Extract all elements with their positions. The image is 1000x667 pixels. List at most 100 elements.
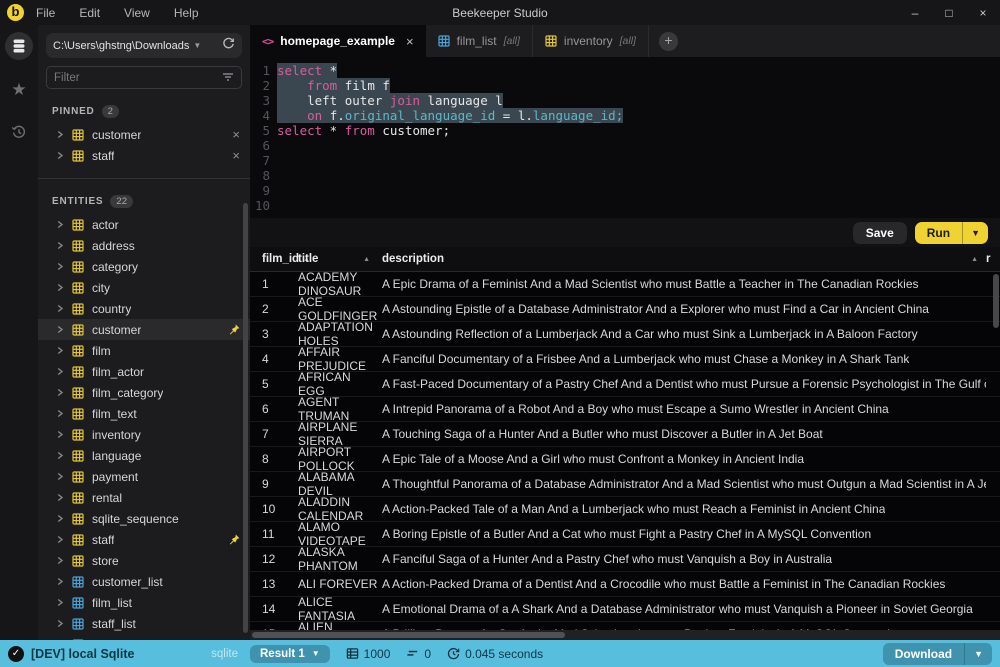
expand-chevron[interactable] — [56, 262, 64, 271]
entity-item-actor[interactable]: actor — [38, 214, 250, 235]
expand-chevron[interactable] — [56, 151, 64, 160]
unpin-close-icon[interactable]: × — [232, 148, 240, 163]
table-row[interactable]: 7AIRPLANE SIERRAA Touching Saga of a Hun… — [250, 422, 1000, 447]
run-options-button[interactable]: ▼ — [962, 222, 988, 244]
cell-description[interactable]: A Action-Packed Tale of a Man And a Lumb… — [378, 502, 986, 516]
cell-description[interactable]: A Action-Packed Drama of a Dentist And a… — [378, 577, 986, 591]
expand-chevron[interactable] — [56, 472, 64, 481]
expand-chevron[interactable] — [56, 451, 64, 460]
cell-film-id[interactable]: 13 — [250, 577, 294, 591]
table-row[interactable]: 1ACADEMY DINOSAURA Epic Drama of a Femin… — [250, 272, 1000, 297]
table-row[interactable]: 10ALADDIN CALENDARA Action-Packed Tale o… — [250, 497, 1000, 522]
entity-item-inventory[interactable]: inventory — [38, 424, 250, 445]
expand-chevron[interactable] — [56, 325, 64, 334]
expand-chevron[interactable] — [56, 388, 64, 397]
cell-description[interactable]: A Fanciful Saga of a Hunter And a Pastry… — [378, 552, 986, 566]
download-options-button[interactable]: ▼ — [964, 643, 992, 665]
cell-film-id[interactable]: 11 — [250, 527, 294, 541]
entity-item-sqlite_sequence[interactable]: sqlite_sequence — [38, 508, 250, 529]
sidebar-scrollbar[interactable] — [243, 203, 248, 633]
cell-film-id[interactable]: 14 — [250, 602, 294, 616]
entity-item-payment[interactable]: payment — [38, 466, 250, 487]
cell-description[interactable]: A Astounding Epistle of a Database Admin… — [378, 302, 986, 316]
column-header-film-id[interactable]: film_id ▲ — [250, 253, 294, 265]
entity-item-rental[interactable]: rental — [38, 487, 250, 508]
result-selector[interactable]: Result 1 ▼ — [250, 645, 330, 663]
table-row[interactable]: 2ACE GOLDFINGERA Astounding Epistle of a… — [250, 297, 1000, 322]
cell-title[interactable]: ALASKA PHANTOM — [294, 545, 378, 573]
table-row[interactable]: 12ALASKA PHANTOMA Fanciful Saga of a Hun… — [250, 547, 1000, 572]
cell-description[interactable]: A Intrepid Panorama of a Robot And a Boy… — [378, 402, 986, 416]
expand-chevron[interactable] — [56, 409, 64, 418]
cell-title[interactable]: AFFAIR PREJUDICE — [294, 345, 378, 373]
new-tab-button[interactable]: + — [659, 32, 678, 51]
entity-item-film_list[interactable]: film_list — [38, 592, 250, 613]
entity-item-film_category[interactable]: film_category — [38, 382, 250, 403]
table-row[interactable]: 4AFFAIR PREJUDICEA Fanciful Documentary … — [250, 347, 1000, 372]
cell-description[interactable]: A Astounding Reflection of a Lumberjack … — [378, 327, 986, 341]
cell-title[interactable]: ALADDIN CALENDAR — [294, 495, 378, 523]
grid-vertical-scrollbar[interactable] — [993, 274, 999, 328]
menu-view[interactable]: View — [124, 6, 150, 20]
table-row[interactable]: 14ALICE FANTASIAA Emotional Drama of a A… — [250, 597, 1000, 622]
tab-film_list[interactable]: film_list[all] — [426, 25, 533, 57]
expand-chevron[interactable] — [56, 367, 64, 376]
expand-chevron[interactable] — [56, 514, 64, 523]
expand-chevron[interactable] — [56, 283, 64, 292]
entity-item-language[interactable]: language — [38, 445, 250, 466]
tab-close-icon[interactable]: × — [406, 34, 414, 49]
menu-edit[interactable]: Edit — [79, 6, 100, 20]
table-row[interactable]: 8AIRPORT POLLOCKA Epic Tale of a Moose A… — [250, 447, 1000, 472]
table-row[interactable]: 9ALABAMA DEVILA Thoughtful Panorama of a… — [250, 472, 1000, 497]
cell-description[interactable]: A Fast-Paced Documentary of a Pastry Che… — [378, 377, 986, 391]
entity-item-city[interactable]: city — [38, 277, 250, 298]
entity-item-staff_list[interactable]: staff_list — [38, 613, 250, 634]
pinned-indicator[interactable] — [229, 324, 240, 335]
entity-item-film[interactable]: film — [38, 340, 250, 361]
grid-horizontal-scrollbar[interactable] — [250, 630, 1000, 640]
filter-icon[interactable] — [222, 69, 234, 87]
tab-homepage_example[interactable]: <>homepage_example× — [250, 25, 426, 57]
expand-chevron[interactable] — [56, 619, 64, 628]
filter-input[interactable] — [54, 72, 214, 84]
column-header-title[interactable]: title ▲ — [294, 253, 378, 265]
maximize-button[interactable]: □ — [932, 6, 966, 20]
tables-panel-button[interactable] — [5, 32, 33, 60]
expand-chevron[interactable] — [56, 493, 64, 502]
expand-chevron[interactable] — [56, 130, 64, 139]
table-row[interactable]: 6AGENT TRUMANA Intrepid Panorama of a Ro… — [250, 397, 1000, 422]
cell-description[interactable]: A Fanciful Documentary of a Frisbee And … — [378, 352, 986, 366]
connection-selector[interactable]: C:\Users\ghstng\Downloads ▼ — [46, 33, 242, 58]
cell-description[interactable]: A Boring Epistle of a Butler And a Cat w… — [378, 527, 986, 541]
entity-item-store[interactable]: store — [38, 550, 250, 571]
cell-film-id[interactable]: 6 — [250, 402, 294, 416]
entity-item-sales_by_store[interactable]: sales_by_store — [38, 634, 250, 640]
expand-chevron[interactable] — [56, 220, 64, 229]
entity-item-customer[interactable]: customer — [38, 319, 250, 340]
cell-film-id[interactable]: 10 — [250, 502, 294, 516]
scrollbar-thumb[interactable] — [252, 632, 565, 638]
cell-film-id[interactable]: 8 — [250, 452, 294, 466]
minimize-button[interactable]: – — [898, 6, 932, 20]
entity-item-staff[interactable]: staff — [38, 529, 250, 550]
entity-item-category[interactable]: category — [38, 256, 250, 277]
download-button[interactable]: Download — [883, 643, 964, 665]
cell-description[interactable]: A Touching Saga of a Hunter And a Butler… — [378, 427, 986, 441]
cell-description[interactable]: A Thoughtful Panorama of a Database Admi… — [378, 477, 986, 491]
entity-item-country[interactable]: country — [38, 298, 250, 319]
cell-title[interactable]: ALABAMA DEVIL — [294, 470, 378, 498]
expand-chevron[interactable] — [56, 304, 64, 313]
history-panel-button[interactable] — [5, 118, 33, 146]
cell-film-id[interactable]: 3 — [250, 327, 294, 341]
entity-item-film_actor[interactable]: film_actor — [38, 361, 250, 382]
app-logo-icon[interactable]: b — [7, 4, 24, 21]
cell-title[interactable]: AIRPORT POLLOCK — [294, 445, 378, 473]
menu-help[interactable]: Help — [174, 6, 199, 20]
cell-description[interactable]: A Epic Tale of a Moose And a Girl who mu… — [378, 452, 986, 466]
save-button[interactable]: Save — [853, 222, 907, 244]
entity-item-customer_list[interactable]: customer_list — [38, 571, 250, 592]
table-row[interactable]: 3ADAPTATION HOLESA Astounding Reflection… — [250, 322, 1000, 347]
cell-title[interactable]: AFRICAN EGG — [294, 370, 378, 398]
cell-title[interactable]: ADAPTATION HOLES — [294, 320, 378, 348]
close-button[interactable]: × — [966, 6, 1000, 20]
